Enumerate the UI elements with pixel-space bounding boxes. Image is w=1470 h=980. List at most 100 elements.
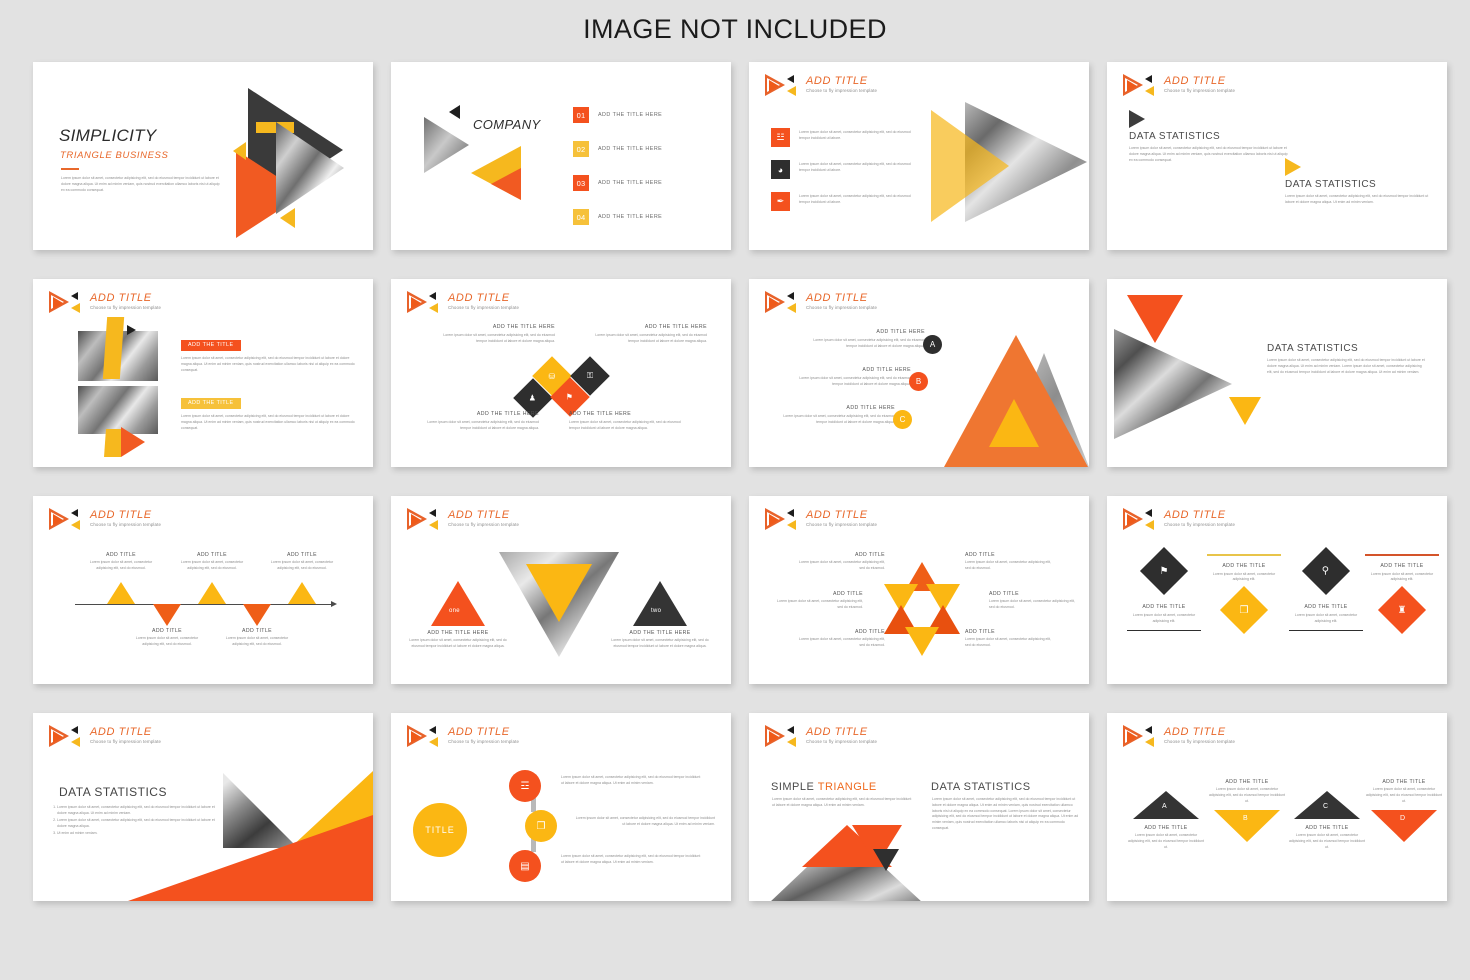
text-block: ADD THE TITLE Lorem ipsum dolor sit amet…	[181, 333, 356, 373]
logo-title: ADD TITLE	[90, 292, 152, 304]
search-diamond[interactable]: ⚲	[1301, 546, 1351, 596]
section-tag: ADD THE TITLE	[181, 339, 241, 351]
list-item: Lorem ipsum dolor sit amet, consectetur …	[57, 818, 217, 830]
black-triangle-icon: A	[1133, 791, 1199, 819]
feature-cell[interactable]: A ADD THE TITLE Lorem ipsum dolor sit am…	[1127, 791, 1205, 850]
triangle-label: B	[1243, 815, 1248, 823]
laptop-icon: ❐	[1239, 604, 1249, 616]
laptop-diamond[interactable]: ❐	[1219, 586, 1269, 635]
slide-abc-triangle[interactable]: ADD TITLE Choose to fly impression templ…	[749, 279, 1089, 467]
logo-title: ADD TITLE	[806, 75, 868, 87]
numbered-list: Lorem ipsum dolor sit amet, consectetur …	[57, 805, 217, 838]
page-title: IMAGE NOT INCLUDED	[583, 13, 887, 44]
cell-heading: ADD THE TITLE	[1222, 562, 1266, 569]
caption-text: Lorem ipsum dolor sit amet, consectetur …	[443, 333, 555, 343]
badge-a[interactable]: A	[923, 335, 942, 354]
logo-subtitle: Choose to fly impression template	[90, 305, 162, 310]
slide-diamond-row[interactable]: ADD TITLE Choose to fly impression templ…	[1107, 496, 1447, 684]
caption-text: Lorem ipsum dolor sit amet, consectetur …	[799, 560, 885, 570]
caption-heading: ADD THE TITLE HERE	[427, 630, 489, 636]
list-item[interactable]: 04 ADD THE TITLE HERE	[573, 206, 662, 228]
slide-image-text[interactable]: ADD TITLE Choose to fly impression templ…	[33, 279, 373, 467]
yellow-triangle-icon	[288, 582, 316, 604]
paint-bucket-icon: ◕	[771, 160, 790, 179]
brand-logo: ADD TITLE Choose to fly impression templ…	[765, 74, 877, 98]
black-triangle-icon	[633, 581, 687, 626]
briefcase-icon: ⛁	[548, 371, 556, 381]
slide-star-six[interactable]: ADD TITLE Choose to fly impression templ…	[749, 496, 1089, 684]
play-triangle-logo-icon	[765, 725, 799, 749]
laptop-circle[interactable]: ❐	[525, 810, 557, 842]
cell-heading: ADD THE TITLE	[1305, 825, 1349, 831]
heading-accent: TRIANGLE	[817, 781, 877, 793]
feature-cell[interactable]: C ADD THE TITLE Lorem ipsum dolor sit am…	[1288, 791, 1366, 850]
feature-cell[interactable]: ⚲ ADD THE TITLE Lorem ipsum dolor sit am…	[1289, 546, 1363, 632]
feature-cell[interactable]: ADD THE TITLE Lorem ipsum dolor sit amet…	[1207, 554, 1281, 635]
badge-b[interactable]: B	[909, 372, 928, 391]
slide-one-two[interactable]: ADD TITLE Choose to fly impression templ…	[391, 496, 731, 684]
title-circle[interactable]: TITLE	[413, 803, 467, 857]
row-text: Lorem ipsum dolor sit amet, consectetur …	[575, 816, 715, 826]
list-item[interactable]: 02 ADD THE TITLE HERE	[573, 138, 662, 160]
slide-icon-list[interactable]: ADD TITLE Choose to fly impression templ…	[749, 62, 1089, 250]
section-text: Lorem ipsum dolor sit amet, consectetur …	[181, 414, 355, 430]
bar-chart-circle[interactable]: ☲	[509, 770, 541, 802]
yellow-triangle-icon	[931, 110, 1009, 222]
block-text: Lorem ipsum dolor sit amet, consectetur …	[1267, 358, 1425, 374]
badge-c[interactable]: C	[893, 410, 912, 429]
slide-timeline[interactable]: ADD TITLE Choose to fly impression templ…	[33, 496, 373, 684]
logo-subtitle: Choose to fly impression template	[90, 522, 162, 527]
caption-block: ADD THE TITLE HERE Lorem ipsum dolor sit…	[419, 411, 539, 432]
caption-heading: ADD TITLE	[854, 629, 885, 635]
feature-cell[interactable]: ⚑ ADD THE TITLE Lorem ipsum dolor sit am…	[1127, 546, 1201, 632]
black-triangle-icon	[127, 325, 136, 335]
black-triangle-icon: C	[1294, 791, 1360, 819]
slide-data-statistics-photo[interactable]: DATA STATISTICS Lorem ipsum dolor sit am…	[1107, 279, 1447, 467]
brand-logo: ADD TITLE Choose to fly impression templ…	[49, 508, 161, 532]
slide-abcd-triangles[interactable]: ADD TITLE Choose to fly impression templ…	[1107, 713, 1447, 901]
feature-cell[interactable]: ADD THE TITLE Lorem ipsum dolor sit amet…	[1365, 554, 1439, 635]
play-triangle-logo-icon	[765, 74, 799, 98]
cell-heading: ADD THE TITLE	[1380, 562, 1424, 569]
feature-cell[interactable]: ADD THE TITLE Lorem ipsum dolor sit amet…	[1365, 779, 1443, 843]
slide-simple-triangle[interactable]: ADD TITLE Choose to fly impression templ…	[749, 713, 1089, 901]
text-block: ADD THE TITLE Lorem ipsum dolor sit amet…	[181, 391, 356, 431]
divider	[1365, 554, 1439, 556]
black-triangle-down-icon	[873, 849, 899, 871]
cell-heading: ADD THE TITLE	[1142, 604, 1186, 610]
list-item[interactable]: ◕ Lorem ipsum dolor sit amet, consectetu…	[771, 160, 917, 179]
report-circle[interactable]: ▤	[509, 850, 541, 882]
item-text: Lorem ipsum dolor sit amet, consectetur …	[799, 194, 911, 204]
flag-diamond[interactable]: ⚑	[1139, 546, 1189, 596]
caption-text: Lorem ipsum dolor sit amet, consectetur …	[427, 420, 539, 430]
slide-circle-title[interactable]: ADD TITLE Choose to fly impression templ…	[391, 713, 731, 901]
slide-agenda[interactable]: COMPANY 01 ADD THE TITLE HERE 02 ADD THE…	[391, 62, 731, 250]
list-item[interactable]: ✒ Lorem ipsum dolor sit amet, consectetu…	[771, 192, 917, 211]
row-text: Lorem ipsum dolor sit amet, consectetur …	[813, 338, 925, 348]
feature-cell[interactable]: ADD THE TITLE Lorem ipsum dolor sit amet…	[1208, 779, 1286, 843]
brand-logo: ADD TITLE Choose to fly impression templ…	[49, 291, 161, 315]
caption-block: ADD THE TITLE HERE Lorem ipsum dolor sit…	[569, 411, 689, 432]
presentation-icon: ⚑	[566, 392, 574, 402]
timeline-axis	[75, 604, 333, 605]
item-text: Lorem ipsum dolor sit amet, consectetur …	[799, 162, 911, 172]
chart-icon: ☳	[771, 128, 790, 147]
caption-text: Lorem ipsum dolor sit amet, consectetur …	[595, 333, 707, 343]
caption-text: Lorem ipsum dolor sit amet, consectetur …	[135, 636, 199, 646]
caption-heading: ADD TITLE	[286, 552, 318, 558]
slide-data-statistics-dual[interactable]: ADD TITLE Choose to fly impression templ…	[1107, 62, 1447, 250]
logo-subtitle: Choose to fly impression template	[448, 739, 520, 744]
orange-triangle-icon	[153, 604, 181, 626]
slide-diamond-quad[interactable]: ADD TITLE Choose to fly impression templ…	[391, 279, 731, 467]
block-text: Lorem ipsum dolor sit amet, consectetur …	[1129, 146, 1288, 162]
list-item[interactable]: 01 ADD THE TITLE HERE	[573, 104, 662, 126]
photo-triangle-icon	[276, 122, 344, 214]
item-label: ADD THE TITLE HERE	[598, 112, 663, 118]
slide-data-statistics-list[interactable]: ADD TITLE Choose to fly impression templ…	[33, 713, 373, 901]
group-diamond[interactable]: ♜	[1377, 586, 1427, 635]
orange-triangle-icon	[121, 427, 145, 457]
slide-title[interactable]: SIMPLICITY TRIANGLE BUSINESS Lorem ipsum…	[33, 62, 373, 250]
list-item[interactable]: 03 ADD THE TITLE HERE	[573, 172, 662, 194]
list-item[interactable]: ☳ Lorem ipsum dolor sit amet, consectetu…	[771, 128, 917, 147]
item-number: 04	[573, 209, 589, 225]
